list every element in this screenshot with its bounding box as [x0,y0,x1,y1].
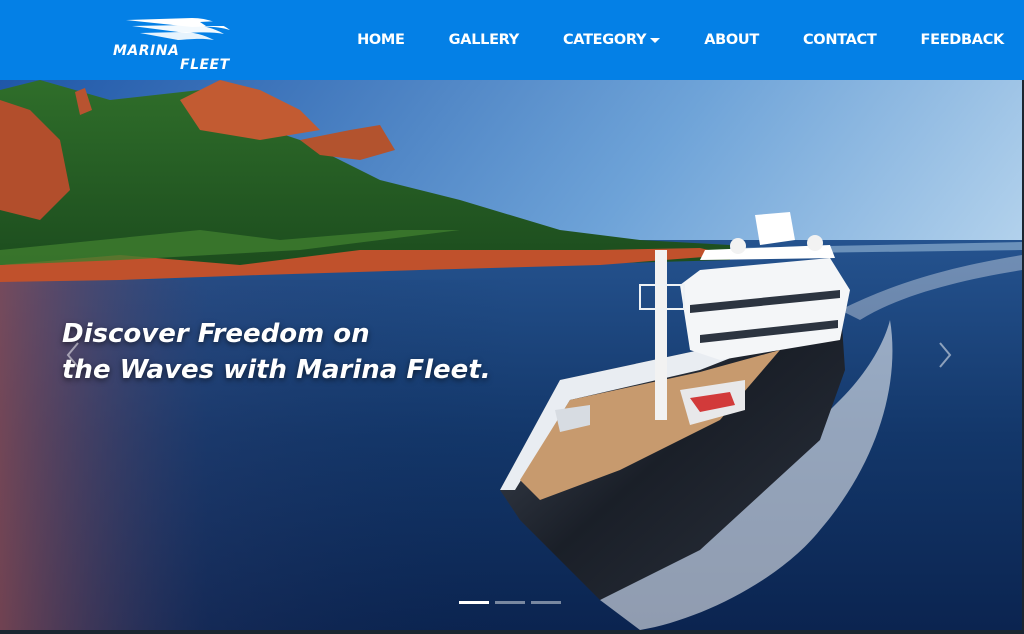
brand-name-line1: MARINA [113,43,180,59]
carousel-prev-button[interactable] [58,335,88,375]
hero-carousel: Discover Freedom on the Waves with Marin… [0,80,1022,630]
chevron-right-icon [939,342,952,368]
page-bottom-edge [0,630,1024,634]
nav-contact[interactable]: CONTACT [803,32,877,48]
caret-down-icon [650,38,661,43]
carousel-indicator-1[interactable] [459,601,489,604]
carousel-next-button[interactable] [930,335,960,375]
hero-headline-line1: Discover Freedom on [62,319,370,349]
nav-home[interactable]: HOME [357,32,405,48]
nav-feedback[interactable]: FEEDBACK [920,32,1004,48]
carousel-indicator-2[interactable] [495,601,525,604]
carousel-indicator-3[interactable] [531,601,561,604]
brand-logo[interactable]: MARINA FLEET [110,12,238,74]
navbar: MARINA FLEET HOME GALLERY CATEGORY ABOUT… [0,0,1024,80]
chevron-left-icon [66,342,79,368]
nav-gallery[interactable]: GALLERY [449,32,520,48]
boat-wave-logo-icon [126,18,230,40]
main-nav: HOME GALLERY CATEGORY ABOUT CONTACT FEED… [313,0,1004,80]
hero-headline-line2: the Waves with Marina Fleet. [62,355,491,385]
carousel-indicators [459,601,567,604]
brand-name-line2: FLEET [180,57,230,73]
nav-about[interactable]: ABOUT [704,32,759,48]
nav-category-label: CATEGORY [562,32,647,48]
nav-category-dropdown[interactable]: CATEGORY [562,32,661,48]
hero-headline: Discover Freedom on the Waves with Marin… [62,316,532,388]
